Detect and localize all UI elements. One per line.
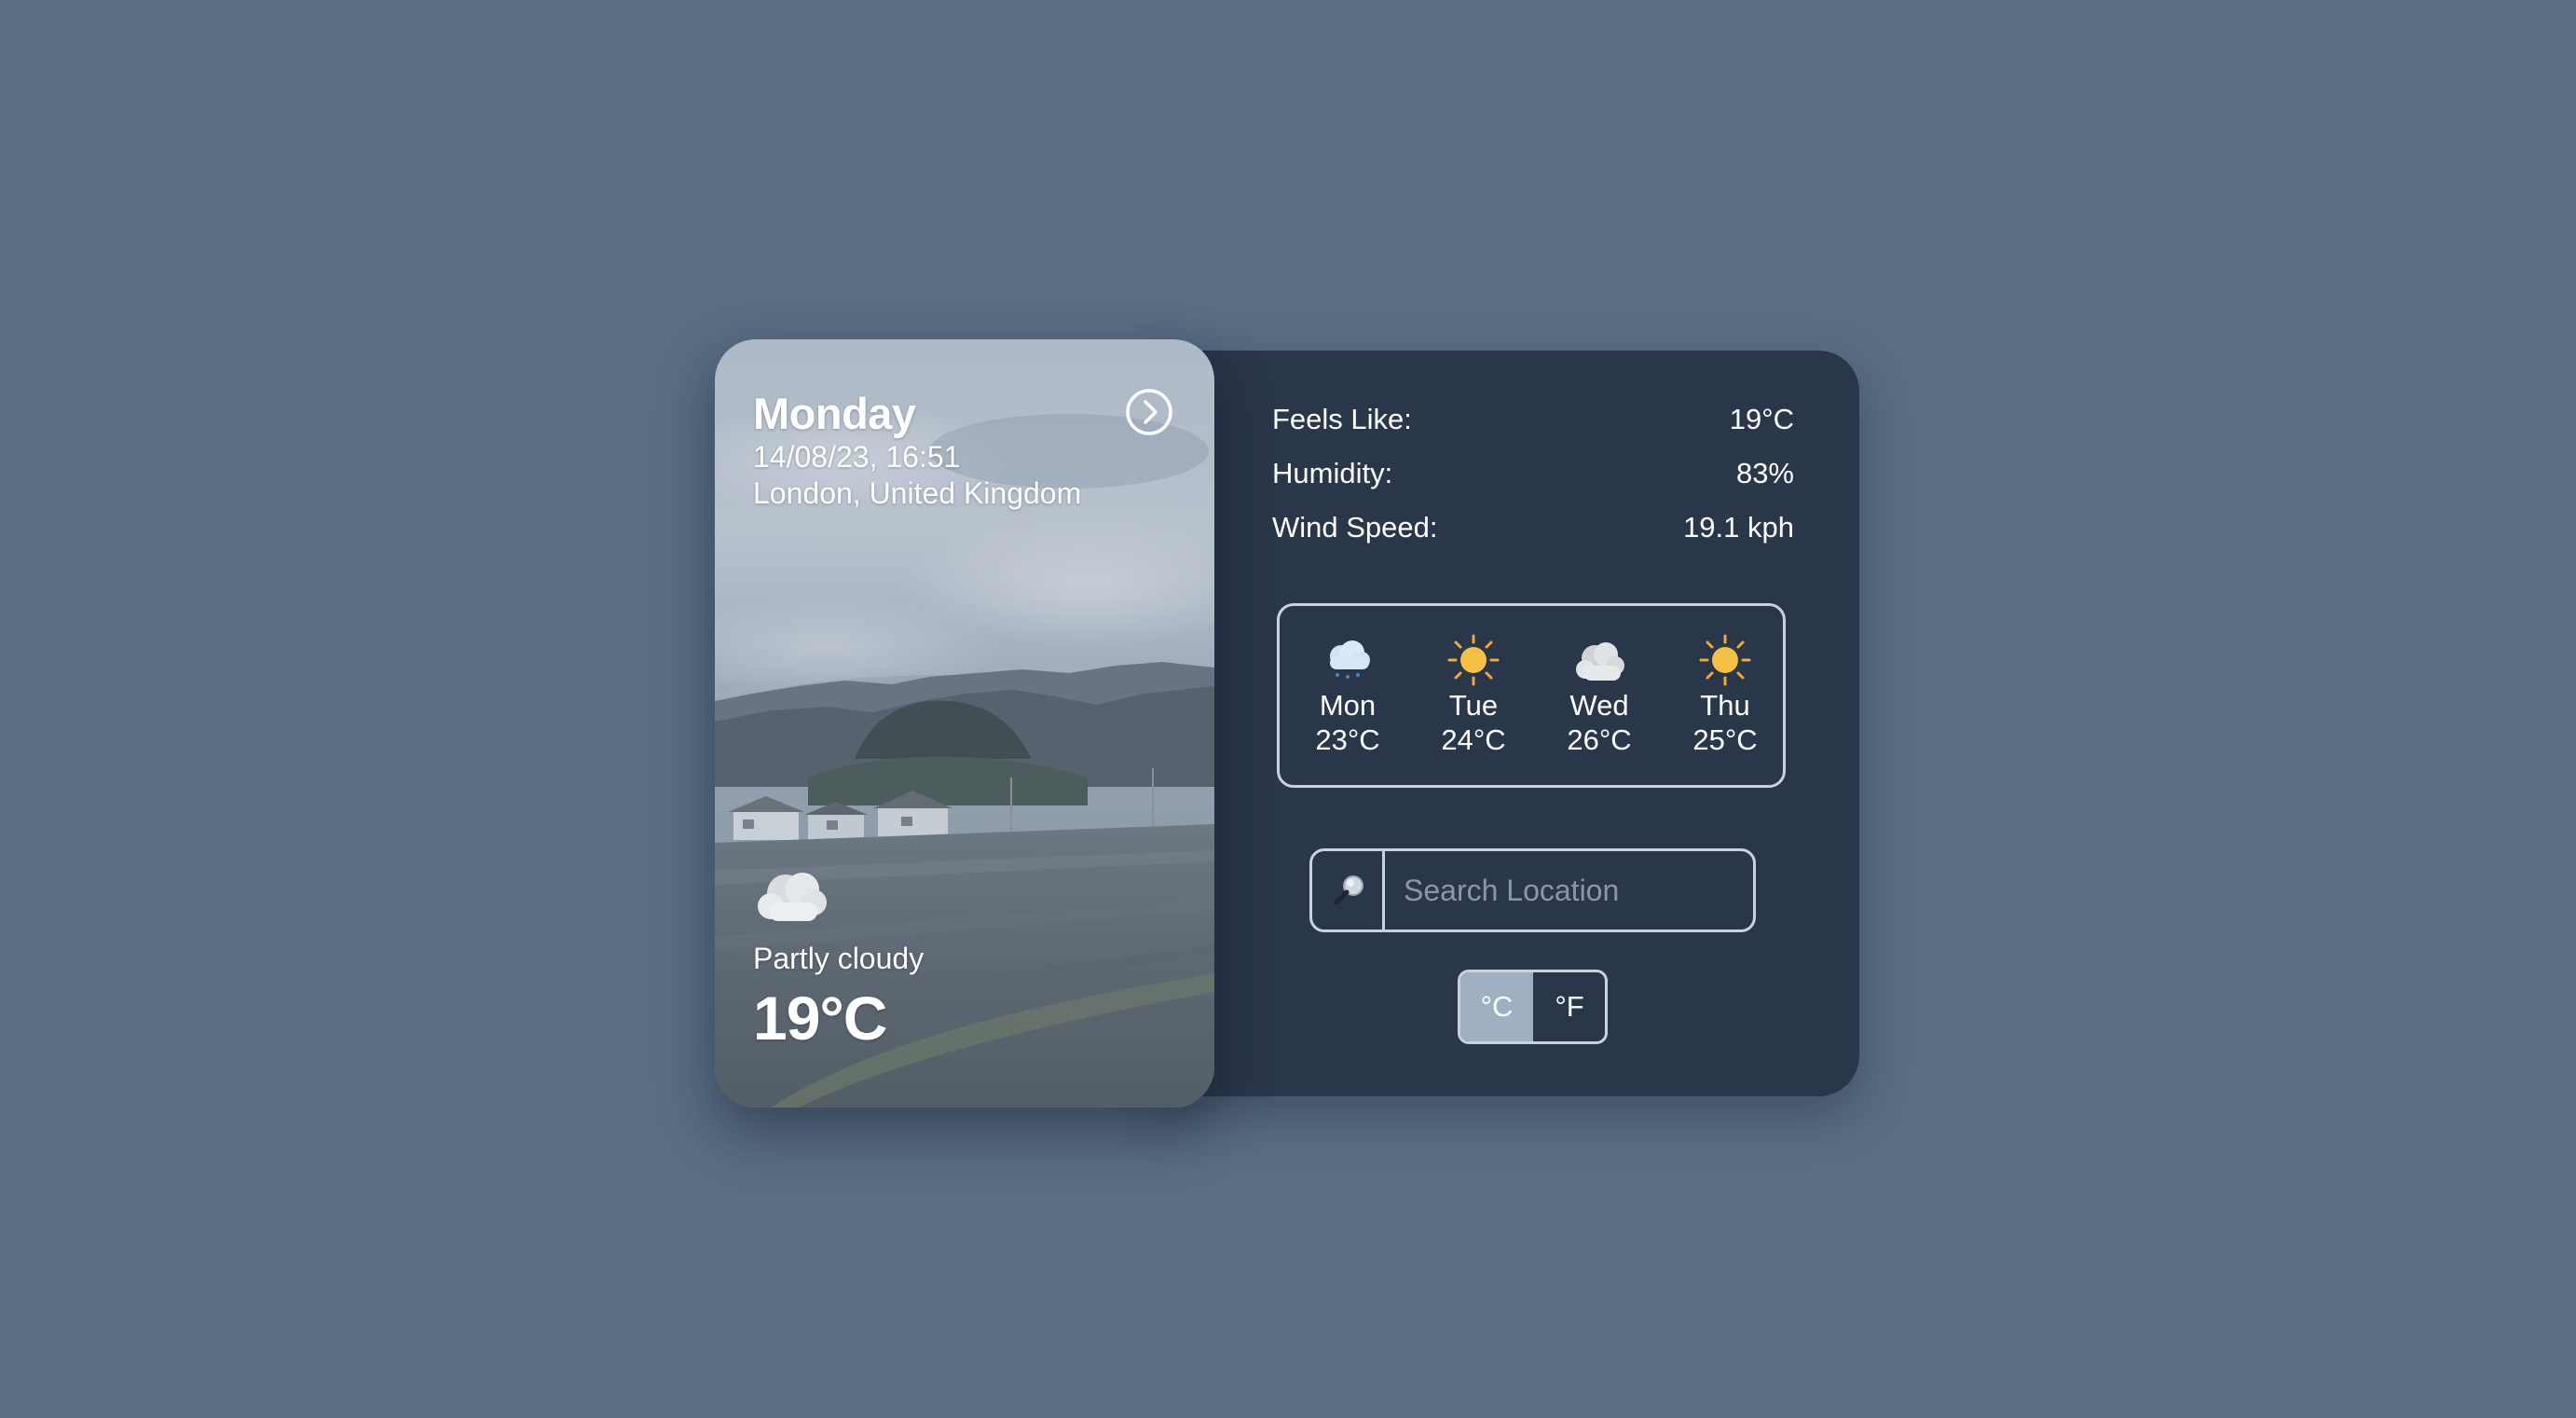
forecast-day-temp: 25°C <box>1692 723 1758 756</box>
forecast-day-name: Tue <box>1448 689 1499 722</box>
forecast-day-name: Thu <box>1700 689 1750 722</box>
search-button[interactable] <box>1312 851 1385 929</box>
forecast-day-temp: 24°C <box>1441 723 1506 756</box>
detail-label: Feels Like: <box>1272 403 1412 435</box>
date-time: 14/08/23, 16:51 <box>753 440 961 474</box>
forecast-day-temp: 26°C <box>1567 723 1632 756</box>
forecast-box: Mon 23°C Tue 24°C Wed 26°C Thu 25°C <box>1277 603 1786 788</box>
detail-row-feels-like: Feels Like: 19°C <box>1272 403 1794 444</box>
forecast-day-temp: 23°C <box>1315 723 1380 756</box>
condition-text: Partly cloudy <box>753 942 925 975</box>
sun-icon <box>1699 634 1751 686</box>
search-bar <box>1309 848 1756 932</box>
detail-row-wind-speed: Wind Speed: 19.1 kph <box>1272 511 1794 552</box>
detail-label: Wind Speed: <box>1272 511 1438 544</box>
fahrenheit-button[interactable]: °F <box>1533 972 1605 1041</box>
location-name: London, United Kingdom <box>753 476 1082 510</box>
weather-app: Monday 14/08/23, 16:51 London, United Ki… <box>0 0 2576 1418</box>
forecast-day-name: Mon <box>1319 689 1377 722</box>
rain-cloud-icon <box>1330 640 1370 679</box>
forecast-day-wed: Wed 26°C <box>1548 634 1651 757</box>
detail-value: 19°C <box>1729 403 1794 435</box>
forecast-day-thu: Thu 25°C <box>1674 634 1776 757</box>
magnifier-icon <box>1334 875 1363 905</box>
sun-icon <box>1447 634 1500 686</box>
celsius-button[interactable]: °C <box>1460 972 1533 1041</box>
partly-cloudy-icon <box>750 861 834 927</box>
current-weather-card: Monday 14/08/23, 16:51 London, United Ki… <box>715 339 1214 1108</box>
forecast-day-name: Wed <box>1569 689 1629 722</box>
current-temperature: 19°C <box>753 984 887 1053</box>
detail-row-humidity: Humidity: 83% <box>1272 457 1794 498</box>
forecast-day-mon: Mon 23°C <box>1296 634 1399 757</box>
forecast-day-tue: Tue 24°C <box>1422 634 1525 757</box>
unit-toggle: °C °F <box>1458 970 1608 1044</box>
search-input[interactable] <box>1385 851 1753 929</box>
cloud-icon <box>1576 642 1624 681</box>
detail-value: 83% <box>1735 457 1794 489</box>
chevron-right-circle-icon[interactable] <box>1125 388 1173 436</box>
detail-label: Humidity: <box>1272 457 1393 489</box>
day-name: Monday <box>753 389 916 438</box>
detail-value: 19.1 kph <box>1683 511 1794 544</box>
